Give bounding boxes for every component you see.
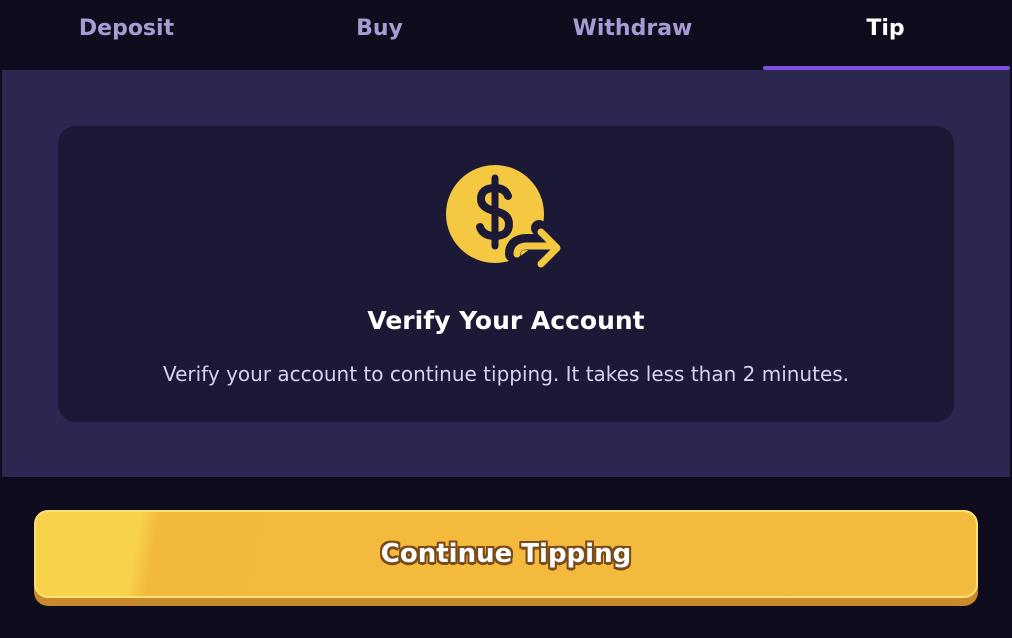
wallet-modal: Deposit Buy Withdraw Tip Verify Your Acc…: [0, 0, 1012, 638]
wallet-tabs: Deposit Buy Withdraw Tip: [0, 0, 1012, 70]
tab-tip[interactable]: Tip: [759, 0, 1012, 70]
tab-tip-label: Tip: [866, 16, 905, 41]
continue-tipping-button[interactable]: Continue Tipping: [34, 510, 978, 598]
dollar-send-icon: [445, 162, 569, 286]
tab-withdraw[interactable]: Withdraw: [506, 0, 759, 70]
tab-buy-label: Buy: [356, 16, 403, 41]
tab-deposit-label: Deposit: [78, 16, 175, 41]
tab-deposit[interactable]: Deposit: [0, 0, 253, 70]
card-subtitle: Verify your account to continue tipping.…: [162, 362, 850, 386]
tip-panel: Verify Your Account Verify your account …: [2, 70, 1010, 477]
tab-buy[interactable]: Buy: [253, 0, 506, 70]
continue-tipping-label: Continue Tipping: [380, 539, 632, 569]
tab-withdraw-label: Withdraw: [572, 16, 693, 41]
verify-card: Verify Your Account Verify your account …: [58, 126, 954, 422]
card-title: Verify Your Account: [367, 306, 645, 335]
